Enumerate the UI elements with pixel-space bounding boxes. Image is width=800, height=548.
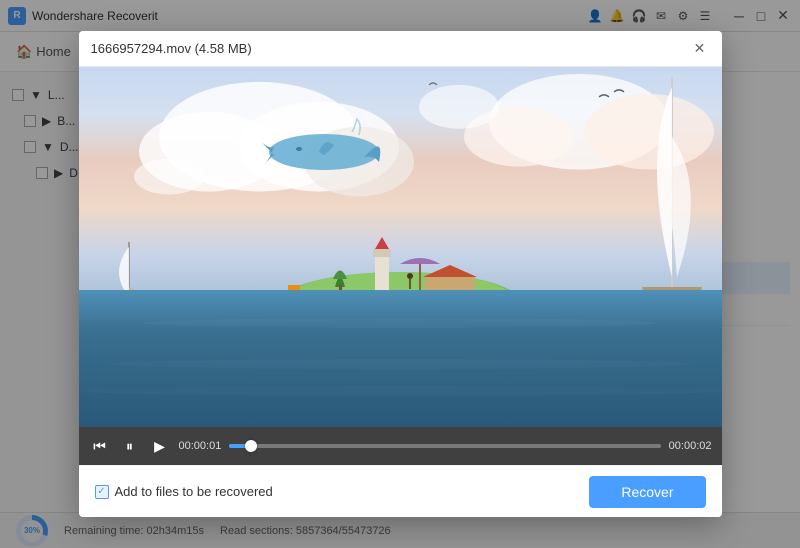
- video-preview: [79, 67, 722, 427]
- time-current: 00:00:01: [179, 440, 222, 452]
- water-area: [79, 290, 722, 427]
- pause-button[interactable]: ⏸: [119, 435, 141, 457]
- add-to-recover-row: ✓ Add to files to be recovered: [95, 484, 273, 499]
- video-progress-bar[interactable]: [229, 444, 660, 448]
- play-button[interactable]: ▶: [149, 435, 171, 457]
- time-total: 00:00:02: [669, 440, 712, 452]
- recover-button[interactable]: Recover: [589, 476, 705, 508]
- checkbox-checkmark: ✓: [97, 487, 105, 497]
- rewind-button[interactable]: ⏮: [89, 435, 111, 457]
- preview-modal: 1666957294.mov (4.58 MB) ✕: [79, 31, 722, 517]
- progress-knob[interactable]: [245, 440, 257, 452]
- add-to-recover-checkbox[interactable]: ✓: [95, 485, 109, 499]
- modal-title: 1666957294.mov (4.58 MB): [91, 41, 252, 56]
- add-to-recover-label: Add to files to be recovered: [115, 484, 273, 499]
- modal-close-button[interactable]: ✕: [690, 39, 710, 59]
- video-controls-bar: ⏮ ⏸ ▶ 00:00:01 00:00:02: [79, 427, 722, 465]
- whale: [259, 117, 389, 177]
- modal-overlay: 1666957294.mov (4.58 MB) ✕: [0, 0, 800, 548]
- modal-titlebar: 1666957294.mov (4.58 MB) ✕: [79, 31, 722, 67]
- modal-footer: ✓ Add to files to be recovered Recover: [79, 465, 722, 517]
